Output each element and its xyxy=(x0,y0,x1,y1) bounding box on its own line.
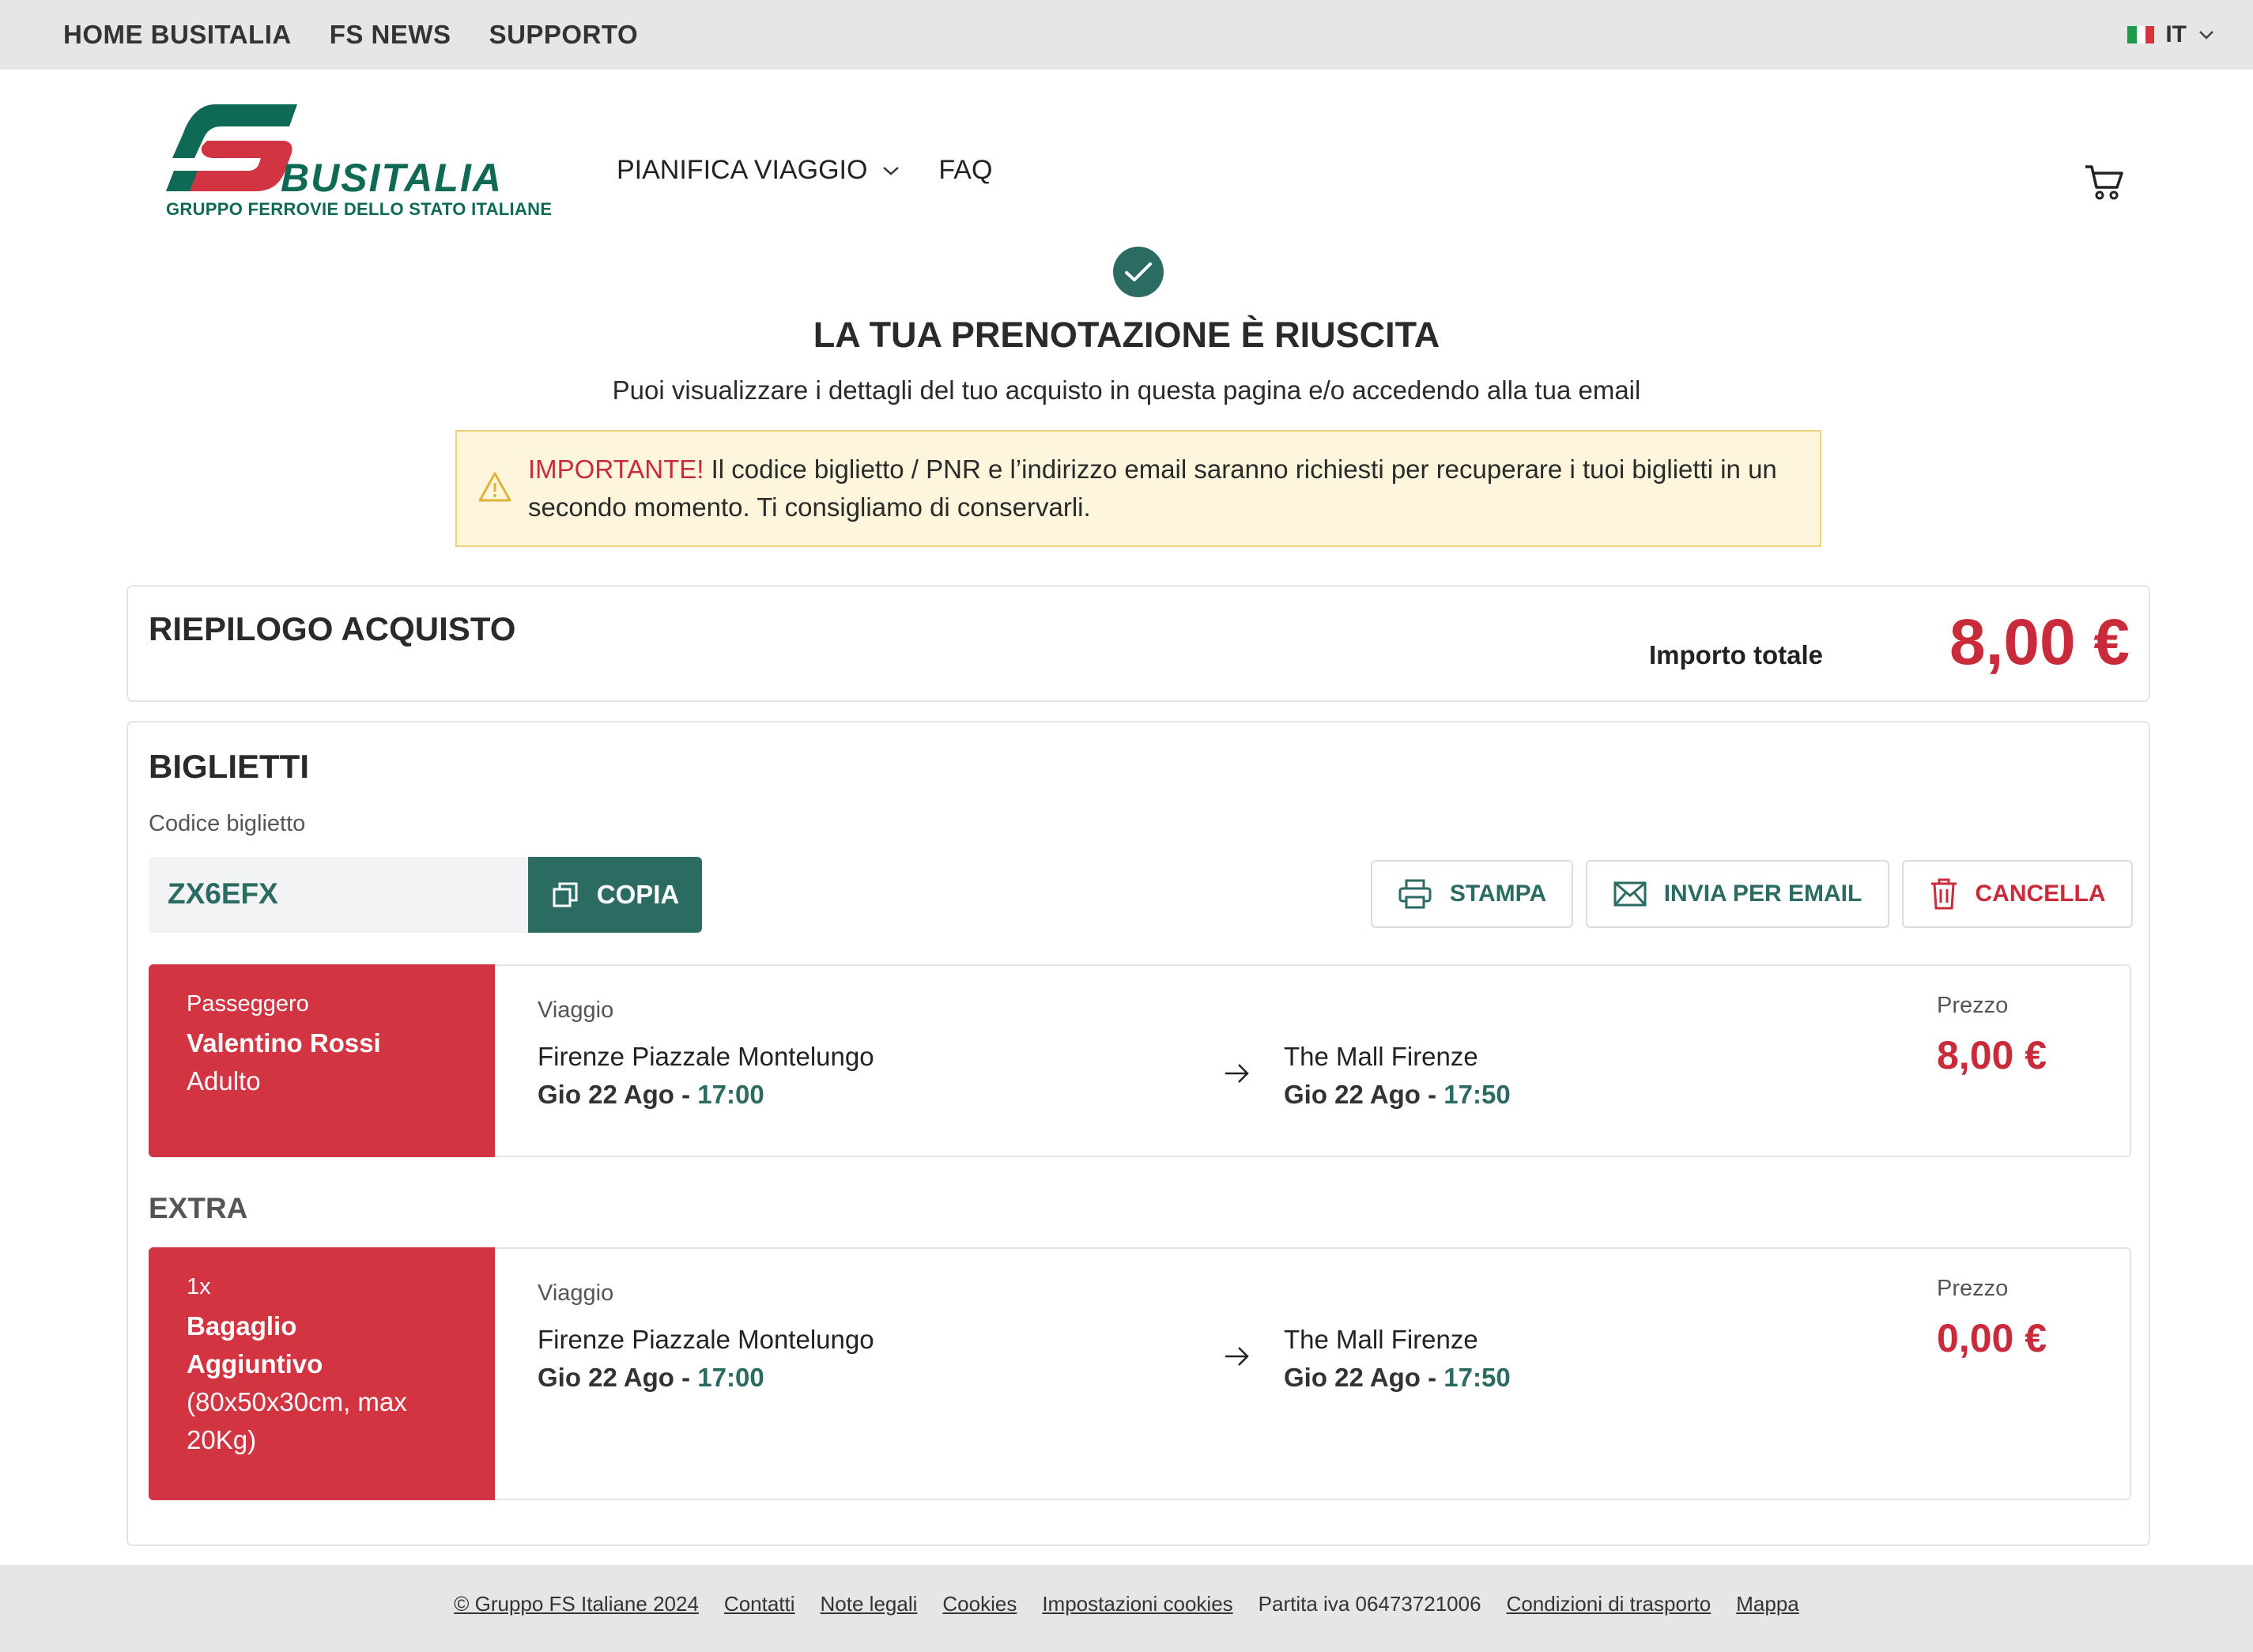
extra-name-line2: Aggiuntivo xyxy=(187,1349,323,1379)
success-check-icon xyxy=(1113,247,1164,297)
top-link-fs-news[interactable]: FS NEWS xyxy=(330,20,451,50)
departure-datetime: Gio 22 Ago - 17:00 xyxy=(538,1363,764,1393)
trash-icon xyxy=(1930,878,1957,910)
top-bar: HOME BUSITALIA FS NEWS SUPPORTO IT xyxy=(0,0,2253,70)
arrival-time: 17:50 xyxy=(1444,1080,1511,1109)
send-email-button-label: INVIA PER EMAIL xyxy=(1663,881,1862,907)
footer-cookie-settings-link[interactable]: Impostazioni cookies xyxy=(1042,1592,1232,1616)
trip-label: Viaggio xyxy=(538,998,614,1023)
nav-plan-trip-label: PIANIFICA VIAGGIO xyxy=(617,155,868,185)
arrival-datetime: Gio 22 Ago - 17:50 xyxy=(1284,1363,1511,1393)
notice-text: IMPORTANTE! Il codice biglietto / PNR e … xyxy=(528,451,1793,526)
extra-desc-line2: 20Kg) xyxy=(187,1425,257,1454)
arrival-stop: The Mall Firenze xyxy=(1284,1042,1478,1071)
chevron-down-icon xyxy=(883,166,900,175)
extra-name-line1: Bagaglio xyxy=(187,1311,297,1341)
cancel-button[interactable]: CANCELLA xyxy=(1902,860,2133,928)
confirmation-title: LA TUA PRENOTAZIONE È RIUSCITA xyxy=(813,315,1440,355)
footer-map-link[interactable]: Mappa xyxy=(1736,1592,1799,1616)
copy-icon xyxy=(553,882,578,907)
summary-title: RIEPILOGO ACQUISTO xyxy=(149,610,516,647)
nav-plan-trip[interactable]: PIANIFICA VIAGGIO xyxy=(617,155,900,186)
top-link-home[interactable]: HOME BUSITALIA xyxy=(63,20,292,50)
footer-copyright-link[interactable]: © Gruppo FS Italiane 2024 xyxy=(454,1592,699,1616)
passenger-label: Passeggero xyxy=(187,991,309,1016)
passenger-type: Adulto xyxy=(187,1066,261,1096)
purchase-summary-card: RIEPILOGO ACQUISTO Importo totale 8,00 € xyxy=(126,585,2150,702)
important-notice: IMPORTANTE! Il codice biglietto / PNR e … xyxy=(455,430,1821,547)
price-label: Prezzo xyxy=(1937,1276,2009,1301)
logo-subtitle: GRUPPO FERROVIE DELLO STATO ITALIANE xyxy=(166,199,553,219)
extra-desc-line1: (80x50x30cm, max xyxy=(187,1387,407,1416)
print-button[interactable]: STAMPA xyxy=(1371,860,1573,928)
arrival-datetime: Gio 22 Ago - 17:50 xyxy=(1284,1080,1511,1110)
arrow-right-icon xyxy=(1225,1347,1249,1366)
footer-vat-number: Partita iva 06473721006 xyxy=(1258,1592,1481,1616)
cancel-button-label: CANCELLA xyxy=(1975,881,2106,907)
passenger-panel: Passeggero Valentino Rossi Adulto xyxy=(149,964,495,1157)
language-code: IT xyxy=(2165,21,2187,47)
logo-brand-text: BUSITALIA xyxy=(281,156,503,200)
departure-stop: Firenze Piazzale Montelungo xyxy=(538,1325,874,1354)
departure-time: 17:00 xyxy=(697,1080,764,1109)
top-link-support[interactable]: SUPPORTO xyxy=(489,20,639,50)
footer-transport-conditions-link[interactable]: Condizioni di trasporto xyxy=(1507,1592,1711,1616)
extra-ticket-row: 1x Bagaglio Aggiuntivo (80x50x30cm, max … xyxy=(149,1247,2131,1500)
confirmation-subtitle: Puoi visualizzare i dettagli del tuo acq… xyxy=(612,375,1641,405)
footer-links: © Gruppo FS Italiane 2024 Contatti Note … xyxy=(0,1592,2253,1616)
extra-quantity: 1x xyxy=(187,1274,211,1299)
warning-icon xyxy=(478,472,511,502)
cart-icon[interactable] xyxy=(2082,162,2127,202)
arrival-time: 17:50 xyxy=(1444,1363,1511,1392)
send-email-button[interactable]: INVIA PER EMAIL xyxy=(1586,860,1889,928)
price-label: Prezzo xyxy=(1937,993,2009,1018)
footer: © Gruppo FS Italiane 2024 Contatti Note … xyxy=(0,1565,2253,1652)
nav-faq[interactable]: FAQ xyxy=(938,155,992,186)
departure-date: Gio 22 Ago - xyxy=(538,1363,698,1392)
extra-price: 0,00 € xyxy=(1937,1316,2047,1360)
tickets-title: BIGLIETTI xyxy=(149,748,309,785)
arrival-date: Gio 22 Ago - xyxy=(1284,1080,1444,1109)
departure-time: 17:00 xyxy=(697,1363,764,1392)
ticket-code-value: ZX6EFX xyxy=(168,877,278,910)
total-label: Importo totale xyxy=(1649,640,1823,669)
total-amount: 8,00 € xyxy=(1949,606,2130,678)
departure-stop: Firenze Piazzale Montelungo xyxy=(538,1042,874,1071)
arrival-date: Gio 22 Ago - xyxy=(1284,1363,1444,1392)
extra-title: EXTRA xyxy=(149,1192,248,1224)
main-nav: PIANIFICA VIAGGIO FAQ xyxy=(617,155,992,186)
tickets-card: BIGLIETTI Codice biglietto ZX6EFX COPIA … xyxy=(126,721,2150,1546)
notice-body: Il codice biglietto / PNR e l’indirizzo … xyxy=(528,454,1777,522)
language-selector[interactable]: IT xyxy=(2127,0,2215,70)
printer-icon xyxy=(1398,879,1432,909)
print-button-label: STAMPA xyxy=(1449,881,1547,907)
copy-button[interactable]: COPIA xyxy=(528,857,702,933)
trip-label: Viaggio xyxy=(538,1280,614,1306)
mail-icon xyxy=(1613,881,1647,907)
departure-date: Gio 22 Ago - xyxy=(538,1080,698,1109)
italy-flag-icon xyxy=(2127,26,2155,43)
ticket-price: 8,00 € xyxy=(1937,1033,2047,1077)
ticket-code-field[interactable]: ZX6EFX xyxy=(149,857,528,933)
notice-label: IMPORTANTE! xyxy=(528,454,704,484)
chevron-down-icon xyxy=(2199,31,2213,40)
passenger-ticket-row: Passeggero Valentino Rossi Adulto Viaggi… xyxy=(149,964,2131,1157)
arrival-stop: The Mall Firenze xyxy=(1284,1325,1478,1354)
departure-datetime: Gio 22 Ago - 17:00 xyxy=(538,1080,764,1110)
footer-cookies-link[interactable]: Cookies xyxy=(942,1592,1017,1616)
footer-contacts-link[interactable]: Contatti xyxy=(724,1592,795,1616)
passenger-name: Valentino Rossi xyxy=(187,1028,381,1058)
nav-faq-label: FAQ xyxy=(938,155,993,185)
ticket-code-label: Codice biglietto xyxy=(149,811,306,836)
footer-legal-link[interactable]: Note legali xyxy=(821,1592,918,1616)
copy-button-label: COPIA xyxy=(596,880,680,909)
extra-panel: 1x Bagaglio Aggiuntivo (80x50x30cm, max … xyxy=(149,1247,495,1500)
top-nav: HOME BUSITALIA FS NEWS SUPPORTO xyxy=(63,0,638,70)
busitalia-logo[interactable]: BUSITALIA GRUPPO FERROVIE DELLO STATO IT… xyxy=(166,103,552,221)
arrow-right-icon xyxy=(1225,1064,1249,1083)
